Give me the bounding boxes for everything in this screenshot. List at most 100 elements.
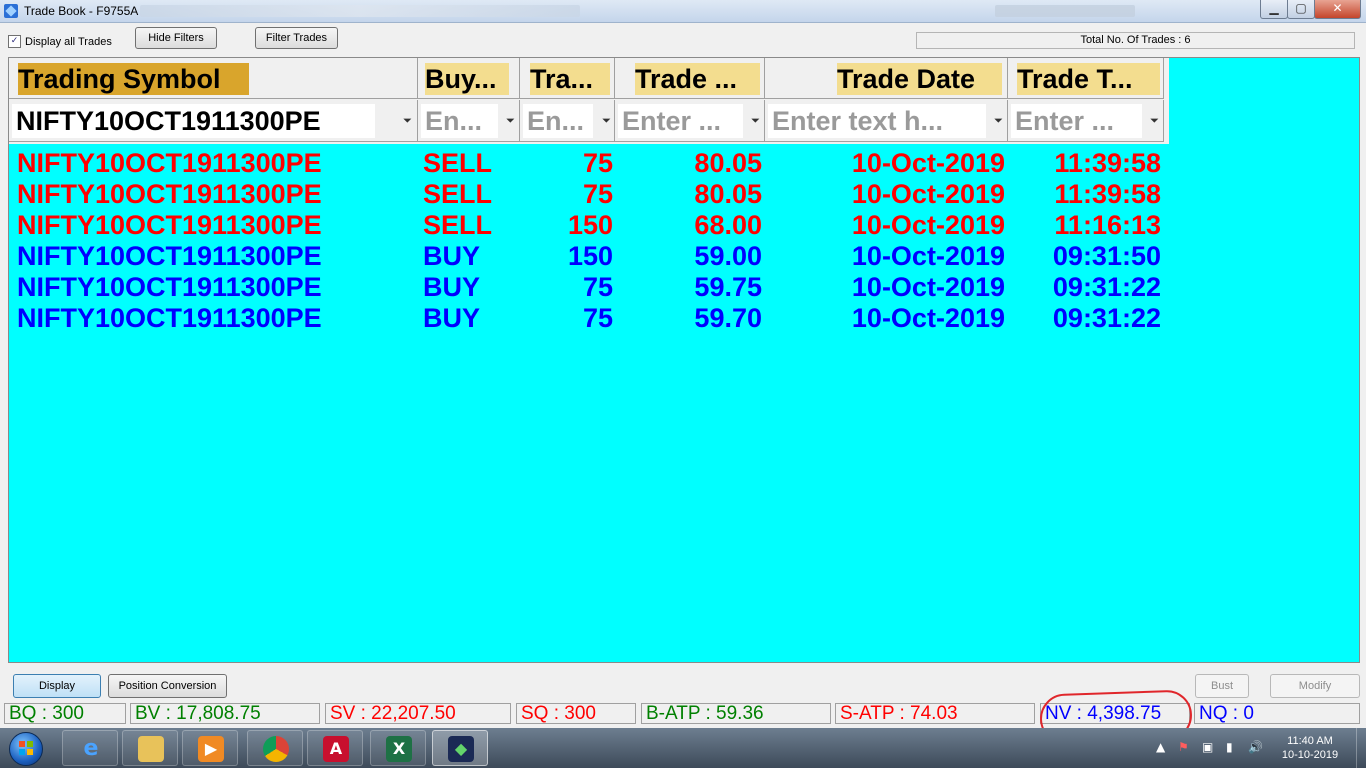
net-quantity: NQ : 0 xyxy=(1194,703,1360,724)
filter-funnel-icon[interactable]: ⏷ xyxy=(993,114,1004,127)
trading-app-icon: ◆ xyxy=(448,736,474,762)
trade-row[interactable]: NIFTY10OCT1911300PE SELL 75 80.05 10-Oct-201… xyxy=(9,148,1169,179)
cell-trade-price: 59.00 xyxy=(694,241,762,271)
cell-traded-qty: 75 xyxy=(582,148,613,178)
network-signal-icon[interactable]: ▮ xyxy=(1226,740,1233,754)
modify-button[interactable]: Modify xyxy=(1270,674,1360,698)
filter-cell-trade-price: Enter ... ⏷ xyxy=(615,100,765,142)
trade-row[interactable]: NIFTY10OCT1911300PE SELL 150 68.00 10-Oct-20… xyxy=(9,210,1169,241)
buy-value: BV : 17,808.75 xyxy=(130,703,320,724)
close-button[interactable]: ✕ xyxy=(1314,0,1361,19)
column-header-trade-date[interactable]: Trade Date xyxy=(765,58,1008,99)
trade-row[interactable]: NIFTY10OCT1911300PE BUY 75 59.70 10-Oct-2019… xyxy=(9,303,1169,334)
toolbar: ✓ Display all Trades Hide Filters Filter… xyxy=(0,23,1366,55)
cell-trade-time: 11:16:13 xyxy=(1054,210,1161,240)
buy-quantity: BQ : 300 xyxy=(4,703,126,724)
device-icon[interactable]: ▣ xyxy=(1202,740,1213,754)
filter-cell-trade-time: Enter ... ⏷ xyxy=(1008,100,1164,142)
volume-icon[interactable]: 🔊 xyxy=(1248,740,1263,754)
sell-value: SV : 22,207.50 xyxy=(325,703,511,724)
action-center-icon[interactable]: ⚑ xyxy=(1178,740,1189,754)
column-header-trade-time[interactable]: Trade T... xyxy=(1008,58,1164,99)
taskbar-acrobat[interactable]: A xyxy=(307,730,363,766)
show-desktop-button[interactable] xyxy=(1356,728,1366,768)
start-button[interactable] xyxy=(3,730,47,766)
taskbar: e ▶ A X ◆ ▲ ⚑ ▣ ▮ 🔊 11:40 AM 10-10-2019 xyxy=(0,728,1366,768)
filter-funnel-icon[interactable]: ⏷ xyxy=(1149,114,1160,127)
maximize-button[interactable]: ▢ xyxy=(1287,0,1315,19)
filter-input-trade-price[interactable]: Enter ... xyxy=(618,104,743,138)
acrobat-icon: A xyxy=(323,736,349,762)
filter-cell-buy-sell: En... ⏷ xyxy=(418,100,520,142)
column-header-label: Trade Date xyxy=(837,63,1002,95)
filter-cell-trade-date: Enter text h... ⏷ xyxy=(765,100,1008,142)
column-header-buy-sell[interactable]: Buy... xyxy=(418,58,520,99)
bust-button[interactable]: Bust xyxy=(1195,674,1249,698)
cell-buy-sell: SELL xyxy=(423,210,493,240)
filter-funnel-icon[interactable]: ⏷ xyxy=(402,114,413,127)
column-header-label: Trade ... xyxy=(635,63,760,95)
taskbar-internet-explorer[interactable]: e xyxy=(62,730,118,766)
cell-trade-time: 11:39:58 xyxy=(1054,179,1161,209)
buy-average-price: B-ATP : 59.36 xyxy=(641,703,831,724)
cell-traded-qty: 75 xyxy=(582,272,613,302)
grid-filter-row: NIFTY10OCT1911300PE ⏷ En... ⏷ En... ⏷ En… xyxy=(9,100,1169,144)
filter-cell-trading-symbol: NIFTY10OCT1911300PE ⏷ xyxy=(9,100,418,142)
column-header-label: Trading Symbol xyxy=(18,63,249,95)
position-conversion-button[interactable]: Position Conversion xyxy=(108,674,227,698)
filter-funnel-icon[interactable]: ⏷ xyxy=(750,114,761,127)
chrome-icon xyxy=(263,736,289,762)
trade-row[interactable]: NIFTY10OCT1911300PE SELL 75 80.05 10-Oct-201… xyxy=(9,179,1169,210)
column-header-traded-qty[interactable]: Tra... xyxy=(520,58,615,99)
cell-trade-date: 10-Oct-2019 xyxy=(851,148,1005,178)
system-clock[interactable]: 11:40 AM 10-10-2019 xyxy=(1270,734,1350,762)
cell-trade-price: 59.70 xyxy=(694,303,762,333)
cell-buy-sell: BUY xyxy=(423,303,481,333)
cell-trading-symbol: NIFTY10OCT1911300PE xyxy=(17,272,322,302)
filter-funnel-icon[interactable]: ⏷ xyxy=(601,114,612,127)
display-all-trades-option[interactable]: ✓ Display all Trades xyxy=(8,35,112,48)
grid-header-row: Trading Symbol Buy... Tra... Trade ... T… xyxy=(9,58,1169,101)
cell-trading-symbol: NIFTY10OCT1911300PE xyxy=(17,303,322,333)
app-icon xyxy=(4,4,18,18)
taskbar-media-player[interactable]: ▶ xyxy=(182,730,238,766)
taskbar-trading-app[interactable]: ◆ xyxy=(432,730,488,766)
total-trades-status: Total No. Of Trades : 6 xyxy=(916,32,1355,49)
cell-buy-sell: BUY xyxy=(423,272,481,302)
filter-trades-button[interactable]: Filter Trades xyxy=(255,27,338,49)
taskbar-excel[interactable]: X xyxy=(370,730,426,766)
filter-input-trading-symbol[interactable]: NIFTY10OCT1911300PE xyxy=(12,104,375,138)
taskbar-file-explorer[interactable] xyxy=(122,730,178,766)
cell-trading-symbol: NIFTY10OCT1911300PE xyxy=(17,148,322,178)
internet-explorer-icon: e xyxy=(83,736,99,761)
title-bar[interactable]: Trade Book - F9755A ▁ ▢ ✕ xyxy=(0,0,1366,23)
trade-row[interactable]: NIFTY10OCT1911300PE BUY 150 59.00 10-Oct-201… xyxy=(9,241,1169,272)
cell-trade-date: 10-Oct-2019 xyxy=(851,303,1005,333)
column-header-trading-symbol[interactable]: Trading Symbol xyxy=(9,58,418,99)
sell-quantity: SQ : 300 xyxy=(516,703,636,724)
window-title: Trade Book - F9755A xyxy=(24,4,139,18)
display-all-trades-label[interactable]: Display all Trades xyxy=(25,36,112,48)
clock-time: 11:40 AM xyxy=(1287,735,1333,747)
hide-filters-button[interactable]: Hide Filters xyxy=(135,27,217,49)
taskbar-chrome[interactable] xyxy=(247,730,303,766)
cell-buy-sell: SELL xyxy=(423,148,493,178)
title-blurred-region xyxy=(140,5,580,17)
display-button[interactable]: Display xyxy=(13,674,101,698)
display-all-trades-checkbox[interactable]: ✓ xyxy=(8,35,21,48)
cell-buy-sell: BUY xyxy=(423,241,481,271)
trade-row[interactable]: NIFTY10OCT1911300PE BUY 75 59.75 10-Oct-2019… xyxy=(9,272,1169,303)
sell-average-price: S-ATP : 74.03 xyxy=(835,703,1035,724)
filter-input-traded-qty[interactable]: En... xyxy=(523,104,593,138)
filter-funnel-icon[interactable]: ⏷ xyxy=(505,114,516,127)
cell-trading-symbol: NIFTY10OCT1911300PE xyxy=(17,210,322,240)
show-hidden-icons-icon[interactable]: ▲ xyxy=(1156,740,1165,754)
minimize-button[interactable]: ▁ xyxy=(1260,0,1288,19)
column-header-trade-price[interactable]: Trade ... xyxy=(615,58,765,99)
filter-input-trade-time[interactable]: Enter ... xyxy=(1011,104,1142,138)
windows-logo-icon xyxy=(9,732,43,766)
trade-grid[interactable]: Trading Symbol Buy... Tra... Trade ... T… xyxy=(8,57,1360,663)
cell-trade-price: 59.75 xyxy=(694,272,762,302)
filter-input-buy-sell[interactable]: En... xyxy=(421,104,498,138)
filter-input-trade-date[interactable]: Enter text h... xyxy=(768,104,986,138)
